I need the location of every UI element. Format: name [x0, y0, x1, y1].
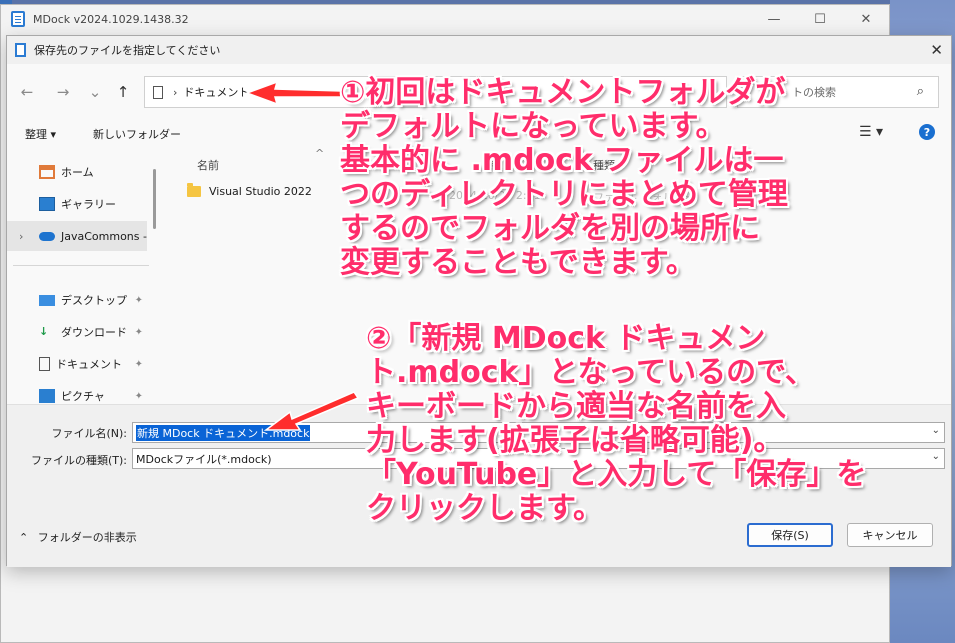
save-button[interactable]: 保存(S): [747, 523, 833, 547]
folder-icon: [187, 183, 201, 197]
sidebar-item-label: ダウンロード: [61, 326, 127, 339]
filetype-value: MDockファイル(*.mdock): [136, 452, 272, 466]
sidebar-item-label: デスクトップ: [61, 294, 127, 307]
minimize-button[interactable]: —: [751, 5, 797, 33]
pin-icon[interactable]: ✦: [135, 359, 143, 370]
document-icon: [153, 85, 163, 99]
app-icon: [11, 11, 25, 27]
picture-icon: [39, 389, 55, 403]
chevron-down-icon[interactable]: ⌄: [932, 425, 940, 436]
annotation-arrow-1: [244, 80, 342, 106]
sidebar-item-label: ドキュメント: [56, 358, 122, 371]
sidebar-item-desktop[interactable]: デスクトップ ✦: [7, 285, 147, 315]
dialog-titlebar: 保存先のファイルを指定してください ✕: [7, 36, 951, 64]
address-location[interactable]: ドキュメント: [183, 84, 249, 100]
window-controls: — ☐ ✕: [751, 5, 889, 33]
annotation-line: 変更することもできます。: [340, 245, 696, 280]
filetype-label: ファイルの種類(T):: [30, 454, 127, 467]
chevron-right-icon[interactable]: ›: [173, 86, 177, 99]
expand-chevron-icon[interactable]: ›: [19, 230, 23, 243]
gallery-icon: [39, 197, 55, 211]
sidebar-item-label: ギャラリー: [61, 198, 116, 211]
help-icon[interactable]: ?: [919, 124, 935, 140]
sort-arrow-icon: ^: [315, 147, 325, 160]
app-title: MDock v2024.1029.1438.32: [33, 12, 189, 26]
sidebar-item-label: JavaCommons -: [61, 229, 147, 243]
sidebar-scrollbar[interactable]: [153, 169, 156, 229]
annotation-line: キーボードから適当な名前を入: [366, 389, 786, 424]
cancel-button[interactable]: キャンセル: [847, 523, 933, 547]
view-options-button[interactable]: ☰ ▾: [859, 124, 883, 140]
sidebar-item-downloads[interactable]: ↓ ダウンロード ✦: [7, 317, 147, 347]
hide-folders-label: フォルダーの非表示: [37, 531, 137, 544]
annotation-line: 「YouTube」と入力して「保存」を: [366, 457, 867, 492]
annotation-arrow-2: [263, 391, 360, 431]
annotation-line: 力します(拡張子は省略可能)。: [366, 423, 784, 458]
pin-icon[interactable]: ✦: [135, 327, 143, 338]
annotation-line: つのディレクトリにまとめて管理: [340, 177, 788, 212]
list-item[interactable]: Visual Studio 2022: [187, 183, 312, 198]
close-button[interactable]: ✕: [843, 5, 889, 33]
recent-locations-button[interactable]: ⌄: [83, 80, 107, 104]
pin-icon[interactable]: ✦: [135, 391, 143, 402]
up-button[interactable]: ↑: [111, 80, 135, 104]
pin-icon[interactable]: ✦: [135, 295, 143, 306]
dialog-close-button[interactable]: ✕: [930, 41, 943, 59]
maximize-button[interactable]: ☐: [797, 5, 843, 33]
dialog-icon: [15, 43, 26, 57]
sidebar-item-label: ホーム: [61, 166, 94, 179]
annotation-line: ①初回はドキュメントフォルダが: [340, 75, 786, 110]
annotation-note-1: ①初回はドキュメントフォルダが デフォルトになっています。 基本的に .mdoc…: [340, 76, 788, 280]
annotation-line: 基本的に .mdock ファイルは一: [340, 143, 784, 178]
dialog-title: 保存先のファイルを指定してください: [34, 44, 221, 57]
filename-label: ファイル名(N):: [51, 427, 127, 440]
annotation-line: ②「新規 MDock ドキュメン: [366, 321, 766, 356]
sidebar-item-javacommons[interactable]: › JavaCommons -: [7, 221, 147, 251]
new-folder-button[interactable]: 新しいフォルダー: [93, 126, 181, 142]
download-icon: ↓: [39, 325, 49, 338]
file-name: Visual Studio 2022: [209, 185, 312, 198]
home-icon: [39, 165, 55, 179]
cloud-icon: [39, 231, 55, 241]
organize-button[interactable]: 整理 ▾: [25, 126, 56, 142]
sidebar-item-label: ピクチャ: [61, 390, 105, 403]
annotation-note-2: ②「新規 MDock ドキュメン ト.mdock」となっているので、 キーボード…: [366, 322, 866, 526]
document-icon: [39, 357, 50, 371]
navigation-pane: ホーム ギャラリー › JavaCommons - デスクトップ ✦ ↓ ダウン…: [7, 149, 157, 403]
back-button[interactable]: ←: [15, 80, 39, 104]
search-icon: ⌕: [916, 84, 924, 99]
annotation-line: するのでフォルダを別の場所に: [340, 211, 760, 246]
desktop-icon: [39, 294, 55, 306]
column-header-name[interactable]: 名前: [197, 157, 219, 173]
hide-folders-toggle[interactable]: ⌃ フォルダーの非表示: [19, 529, 137, 545]
sidebar-divider: [13, 265, 149, 266]
sidebar-item-documents[interactable]: ドキュメント ✦: [7, 349, 147, 379]
chevron-up-icon: ⌃: [19, 531, 29, 544]
forward-button[interactable]: →: [51, 80, 75, 104]
sidebar-item-gallery[interactable]: ギャラリー: [7, 189, 147, 219]
annotation-line: デフォルトになっています。: [340, 109, 726, 144]
sidebar-item-home[interactable]: ホーム: [7, 157, 147, 187]
annotation-line: ト.mdock」となっているので、: [366, 355, 815, 390]
annotation-line: クリックします。: [366, 491, 603, 526]
chevron-down-icon[interactable]: ⌄: [932, 451, 940, 462]
